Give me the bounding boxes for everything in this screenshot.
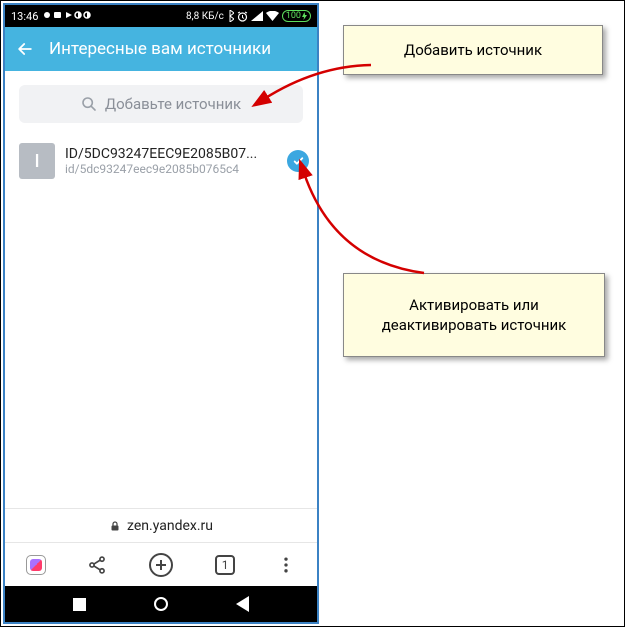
status-notif-icons bbox=[42, 9, 102, 24]
status-netspeed: 8,8 КБ/с bbox=[186, 11, 224, 22]
signal-icon bbox=[251, 11, 263, 21]
annotation-arrow-2 bbox=[294, 161, 464, 291]
alarm-icon bbox=[237, 11, 248, 22]
phone-frame: 13:46 8,8 КБ/с 100 bbox=[3, 3, 319, 624]
status-time: 13:46 bbox=[11, 10, 38, 23]
browser-url-bar[interactable]: zen.yandex.ru bbox=[5, 508, 317, 542]
add-source-search[interactable]: Добавьте источник bbox=[19, 85, 303, 123]
tabs-button[interactable]: 1 bbox=[215, 555, 235, 575]
recent-apps-button[interactable] bbox=[73, 598, 86, 611]
source-list: I ID/5DC93247EEC9E2085B07... id/5dc93247… bbox=[5, 133, 317, 508]
annotation-add-source: Добавить источник bbox=[343, 25, 603, 75]
search-placeholder: Добавьте источник bbox=[105, 95, 241, 113]
toggle-source-button[interactable] bbox=[287, 150, 309, 172]
home-button[interactable] bbox=[154, 597, 168, 611]
new-tab-icon[interactable] bbox=[148, 552, 174, 578]
status-bar: 13:46 8,8 КБ/с 100 bbox=[5, 5, 317, 27]
yandex-home-icon[interactable] bbox=[26, 555, 46, 575]
app-header: Интересные вам источники bbox=[5, 27, 317, 71]
back-arrow-icon[interactable] bbox=[15, 39, 35, 59]
annotation-add-text: Добавить источник bbox=[404, 41, 542, 59]
battery-indicator: 100 bbox=[282, 10, 311, 22]
annotation-toggle-text: Активировать или деактивировать источник bbox=[354, 295, 594, 336]
annotation-toggle-source: Активировать или деактивировать источник bbox=[343, 273, 605, 357]
share-icon[interactable] bbox=[87, 555, 107, 575]
tab-count-value: 1 bbox=[222, 558, 229, 572]
check-icon bbox=[292, 155, 305, 168]
lock-icon bbox=[109, 520, 121, 532]
android-nav-bar bbox=[5, 586, 317, 622]
bluetooth-icon bbox=[227, 10, 234, 22]
page-title: Интересные вам источники bbox=[49, 39, 271, 59]
wifi-icon bbox=[266, 11, 279, 21]
source-avatar: I bbox=[19, 143, 55, 179]
search-icon bbox=[81, 96, 97, 112]
source-subtitle: id/5dc93247eec9e2085b0765c4 bbox=[65, 162, 277, 176]
url-text: zen.yandex.ru bbox=[127, 518, 213, 534]
back-button[interactable] bbox=[236, 596, 249, 612]
source-title: ID/5DC93247EEC9E2085B07... bbox=[65, 146, 277, 162]
source-item[interactable]: I ID/5DC93247EEC9E2085B07... id/5dc93247… bbox=[19, 143, 309, 179]
menu-dots-icon[interactable] bbox=[276, 555, 296, 575]
browser-bottom-nav: 1 bbox=[5, 542, 317, 586]
